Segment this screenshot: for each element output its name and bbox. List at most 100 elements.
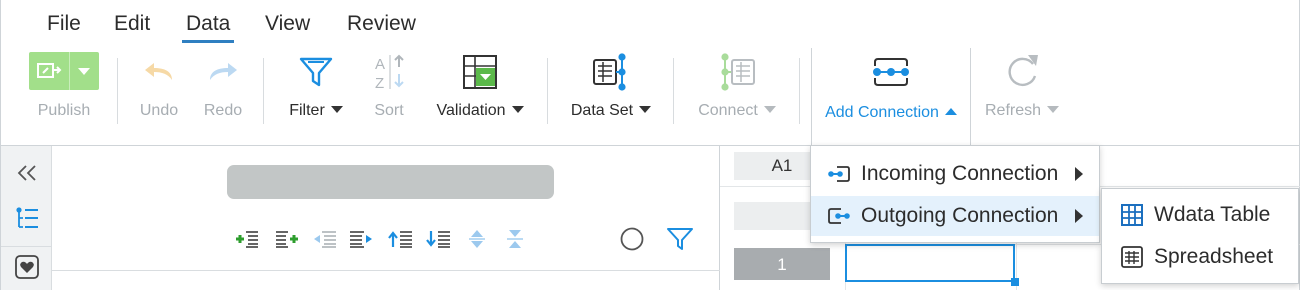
row-number[interactable]: 1 xyxy=(734,248,830,280)
data-set-icon xyxy=(591,52,631,97)
validation-icon xyxy=(462,54,498,95)
connect-label: Connect xyxy=(698,102,758,119)
wdata-table-label: Wdata Table xyxy=(1154,203,1271,226)
heart-box-icon xyxy=(14,254,40,285)
circle-icon xyxy=(619,226,645,257)
sort-label: Sort xyxy=(374,102,404,119)
publish-split-button[interactable] xyxy=(29,52,99,90)
add-connection-label: Add Connection xyxy=(825,104,939,121)
outdent-icon xyxy=(312,229,338,254)
add-before-button[interactable] xyxy=(234,230,260,252)
menu-review[interactable]: Review xyxy=(347,12,416,36)
filter-label: Filter xyxy=(289,102,325,119)
redo-label: Redo xyxy=(203,102,243,119)
validation-label: Validation xyxy=(436,102,506,119)
sort-button[interactable]: AZ Sort xyxy=(365,44,413,144)
incoming-connection-icon xyxy=(827,162,851,186)
expand-all-button[interactable] xyxy=(464,228,490,255)
sort-az-icon: AZ xyxy=(371,52,407,97)
svg-text:A: A xyxy=(375,56,385,73)
select-all-toggle[interactable] xyxy=(619,227,645,252)
data-set-label: Data Set xyxy=(570,102,634,119)
chevron-down-icon xyxy=(1047,106,1060,113)
outgoing-connection-label: Outgoing Connection xyxy=(861,204,1059,227)
outline-view-button[interactable] xyxy=(14,206,40,237)
refresh-icon xyxy=(1002,52,1042,97)
indent-icon xyxy=(348,229,374,254)
redo-icon xyxy=(206,60,240,89)
submenu-arrow-icon xyxy=(1075,167,1083,181)
move-up-button[interactable] xyxy=(388,230,414,252)
move-down-icon xyxy=(426,229,452,254)
add-connection-menu: Incoming Connection Outgoing Connection xyxy=(810,145,1100,243)
toolbar-separator xyxy=(799,58,800,124)
favorites-button[interactable] xyxy=(14,254,40,285)
selected-cell[interactable] xyxy=(845,244,1015,282)
menu-view[interactable]: View xyxy=(265,12,310,36)
outgoing-connection-submenu: Wdata Table Spreadsheet xyxy=(1101,188,1299,284)
fill-handle[interactable] xyxy=(1011,278,1019,286)
submenu-arrow-icon xyxy=(1075,209,1083,223)
toolbar-separator xyxy=(117,58,118,124)
publish-button[interactable]: Publish xyxy=(23,44,105,144)
tree-list-icon xyxy=(14,206,40,237)
svg-text:Z: Z xyxy=(375,75,384,92)
move-up-icon xyxy=(388,229,414,254)
data-set-button[interactable]: Data Set xyxy=(563,44,659,144)
toolbar-separator xyxy=(547,58,548,124)
refresh-button[interactable]: Refresh xyxy=(979,44,1065,144)
filter-icon xyxy=(298,54,334,95)
double-chevron-left-icon xyxy=(16,164,38,187)
chevron-down-icon xyxy=(330,106,343,113)
connect-button[interactable]: Connect xyxy=(689,44,785,144)
outline-panel xyxy=(52,146,720,290)
chevron-down-icon xyxy=(763,106,776,113)
connect-icon xyxy=(717,52,757,97)
incoming-connection-label: Incoming Connection xyxy=(861,162,1059,185)
refresh-label: Refresh xyxy=(984,102,1042,119)
menu-bar: File Edit Data View Review xyxy=(0,0,1300,44)
menu-item-wdata-table[interactable]: Wdata Table xyxy=(1102,195,1298,235)
chevron-up-icon xyxy=(944,108,957,115)
chevron-down-icon xyxy=(78,68,90,75)
move-down-button[interactable] xyxy=(426,230,452,252)
collapse-icon xyxy=(504,228,526,255)
redo-button[interactable]: Redo xyxy=(195,44,251,144)
undo-button[interactable]: Undo xyxy=(131,44,187,144)
add-connection-icon xyxy=(869,52,913,97)
spreadsheet-label: Spreadsheet xyxy=(1154,245,1274,268)
collapse-panel-button[interactable] xyxy=(14,162,40,188)
panel-filter-button[interactable] xyxy=(667,227,693,252)
ribbon-toolbar: Publish Undo Redo Filter AZ Sort Validat… xyxy=(0,44,1300,146)
menu-data[interactable]: Data xyxy=(181,12,235,43)
menu-edit[interactable]: Edit xyxy=(114,12,150,36)
toolbar-separator xyxy=(673,58,674,124)
outdent-button[interactable] xyxy=(312,230,338,252)
expand-icon xyxy=(466,228,488,255)
filter-icon xyxy=(666,226,694,257)
table-icon xyxy=(1120,203,1144,227)
menu-item-outgoing-connection[interactable]: Outgoing Connection xyxy=(811,196,1099,236)
menu-item-incoming-connection[interactable]: Incoming Connection xyxy=(811,154,1099,194)
chevron-down-icon xyxy=(639,106,652,113)
add-row-after-icon xyxy=(274,229,300,254)
indent-button[interactable] xyxy=(348,230,374,252)
left-sidebar xyxy=(0,146,53,290)
menu-item-spreadsheet[interactable]: Spreadsheet xyxy=(1102,237,1298,277)
chevron-down-icon xyxy=(511,106,524,113)
undo-icon xyxy=(142,60,176,89)
outgoing-connection-icon xyxy=(827,204,851,228)
panel-title-placeholder xyxy=(227,165,554,199)
publish-label: Publish xyxy=(37,102,91,119)
add-after-button[interactable] xyxy=(274,230,300,252)
publish-icon xyxy=(37,61,63,86)
add-connection-button[interactable]: Add Connection xyxy=(811,48,971,146)
undo-label: Undo xyxy=(139,102,179,119)
validation-button[interactable]: Validation xyxy=(427,44,533,144)
collapse-all-button[interactable] xyxy=(502,228,528,255)
filter-button[interactable]: Filter xyxy=(279,44,353,144)
menu-file[interactable]: File xyxy=(47,12,81,36)
add-row-before-icon xyxy=(234,229,260,254)
spreadsheet-icon xyxy=(1120,245,1144,269)
toolbar-separator xyxy=(263,58,264,124)
